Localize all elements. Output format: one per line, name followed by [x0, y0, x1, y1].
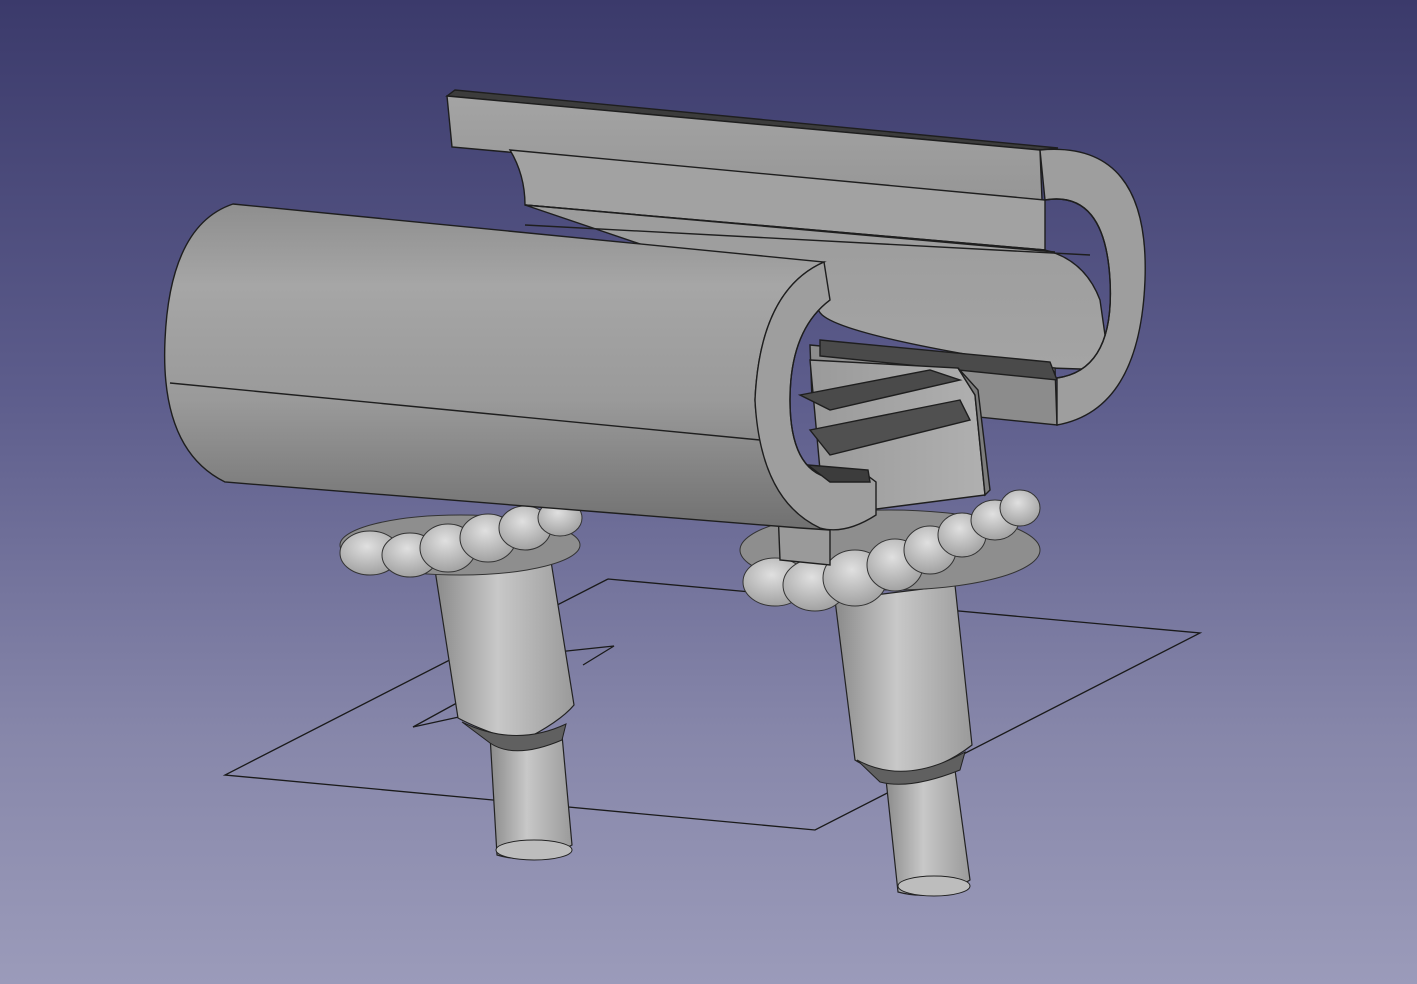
right-push-pin[interactable] [834, 584, 973, 897]
3d-viewport[interactable] [0, 0, 1417, 984]
left-pin-head[interactable] [339, 499, 583, 578]
sketch-outline[interactable] [222, 578, 1203, 831]
left-push-pin[interactable] [434, 554, 575, 861]
model-scene[interactable] [0, 0, 1417, 984]
